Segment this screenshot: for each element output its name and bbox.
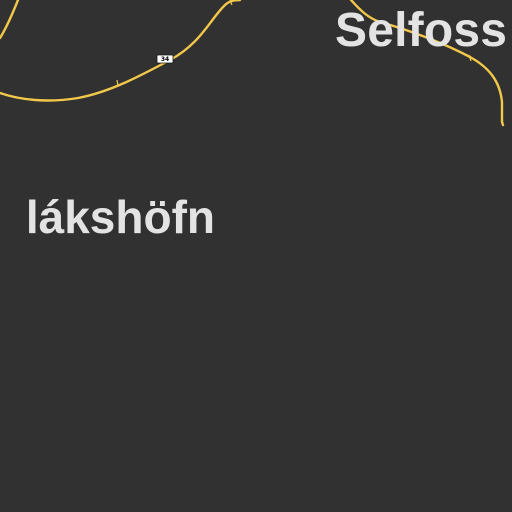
road-layer: 34 [0,0,505,127]
road-34 [0,0,20,40]
place-label-selfoss: Selfoss [335,4,508,57]
map-view[interactable]: 34 Selfoss lákshöfn [0,0,512,512]
road-1-east [500,120,505,127]
place-label-thorlakshofn: lákshöfn [25,191,215,243]
road-34-main [0,0,242,102]
road-shield-34: 34 [156,54,174,64]
road-shield-number: 34 [161,56,169,63]
